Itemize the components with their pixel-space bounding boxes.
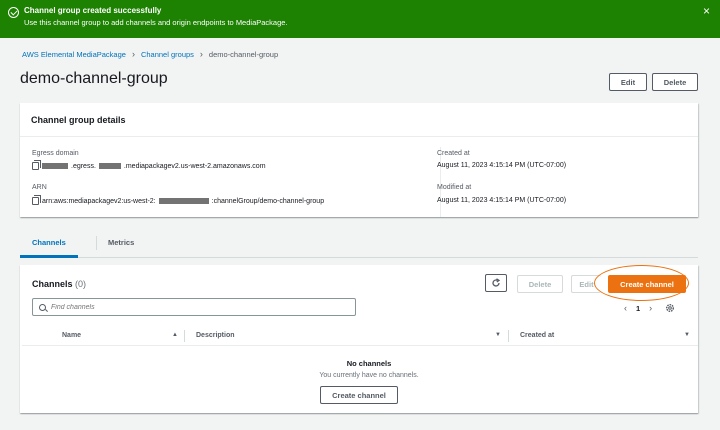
column-divider <box>440 147 441 217</box>
empty-message: You currently have no channels. <box>319 372 419 379</box>
channels-count: (0) <box>75 279 87 289</box>
page-title: demo-channel-group <box>20 70 168 87</box>
empty-state: No channels You currently have no channe… <box>62 359 676 379</box>
arn-label: ARN <box>32 184 47 191</box>
breadcrumb: AWS Elemental MediaPackage › Channel gro… <box>22 49 278 59</box>
column-header-created-at[interactable]: Created at <box>520 332 554 339</box>
refresh-button[interactable] <box>485 274 507 292</box>
success-flashbar: Channel group created successfully Use t… <box>0 0 720 38</box>
page-number[interactable]: 1 <box>636 304 640 313</box>
details-heading: Channel group details <box>20 103 698 137</box>
refresh-icon <box>492 278 501 287</box>
empty-create-channel-button[interactable]: Create channel <box>320 386 398 404</box>
tab-bar: Channels Metrics <box>20 228 698 258</box>
active-tab-indicator <box>20 255 78 258</box>
modified-at-value: August 11, 2023 4:15:14 PM (UTC-07:00) <box>437 197 567 204</box>
delete-button[interactable]: Delete <box>652 73 698 91</box>
column-header-name[interactable]: Name <box>62 332 81 339</box>
sort-ascending-icon[interactable]: ▲ <box>172 332 178 338</box>
search-icon <box>39 303 46 311</box>
close-icon[interactable]: × <box>703 5 710 17</box>
delete-channel-button[interactable]: Delete <box>517 275 563 293</box>
arn-part-2: :channelGroup/demo-channel-group <box>211 197 325 205</box>
create-channel-button[interactable]: Create channel <box>608 275 686 293</box>
gear-icon[interactable] <box>665 303 675 313</box>
prev-page-icon[interactable]: ‹ <box>624 303 627 313</box>
search-input[interactable] <box>51 303 331 311</box>
egress-part-2: .mediapackagev2.us-west-2.amazonaws.com <box>123 162 266 170</box>
success-check-icon <box>8 7 19 18</box>
arn-value: arn:aws:mediapackagev2:us-west-2: :channe… <box>32 195 325 205</box>
edit-button[interactable]: Edit <box>609 73 647 91</box>
created-at-label: Created at <box>437 150 470 157</box>
breadcrumb-mediapackage[interactable]: AWS Elemental MediaPackage <box>22 50 126 59</box>
find-channels-search[interactable] <box>32 298 356 316</box>
channels-title: Channels <box>32 279 73 289</box>
edit-channel-button[interactable]: Edit <box>571 275 601 293</box>
empty-title: No channels <box>346 359 392 368</box>
redacted-block <box>42 163 68 169</box>
pagination: ‹ 1 › <box>624 303 675 313</box>
sort-icon[interactable]: ▼ <box>684 332 690 338</box>
channels-table-card: Channels (0) Delete Edit Create channel … <box>20 265 698 413</box>
channels-heading: Channels (0) <box>32 279 86 289</box>
egress-part-1: .egress. <box>71 162 96 170</box>
tab-divider <box>96 236 97 250</box>
flash-message: Use this channel group to add channels a… <box>24 18 288 27</box>
table-header-divider <box>22 345 698 346</box>
breadcrumb-chevron-icon: › <box>199 49 203 59</box>
created-at-value: August 11, 2023 4:15:14 PM (UTC-07:00) <box>437 162 567 169</box>
tab-metrics[interactable]: Metrics <box>108 238 134 247</box>
arn-part-1: arn:aws:mediapackagev2:us-west-2: <box>42 197 156 205</box>
breadcrumb-channel-groups[interactable]: Channel groups <box>141 50 194 59</box>
flash-title: Channel group created successfully <box>24 6 162 15</box>
tab-channels[interactable]: Channels <box>32 238 66 247</box>
channel-group-details-card: Channel group details Egress domain .egr… <box>20 103 698 217</box>
breadcrumb-chevron-icon: › <box>131 49 135 59</box>
breadcrumb-current: demo-channel-group <box>208 49 279 59</box>
egress-domain-label: Egress domain <box>32 150 79 157</box>
sort-icon[interactable]: ▼ <box>495 332 501 338</box>
redacted-block <box>98 163 121 169</box>
copy-icon[interactable] <box>32 195 41 205</box>
copy-icon[interactable] <box>32 160 41 170</box>
column-header-description[interactable]: Description <box>196 332 235 339</box>
column-divider <box>184 330 185 342</box>
egress-domain-value: .egress. .mediapackagev2.us-west-2.amazon… <box>32 160 266 170</box>
modified-at-label: Modified at <box>437 184 472 191</box>
next-page-icon[interactable]: › <box>649 303 652 313</box>
column-divider <box>508 330 509 342</box>
redacted-block <box>158 198 209 204</box>
